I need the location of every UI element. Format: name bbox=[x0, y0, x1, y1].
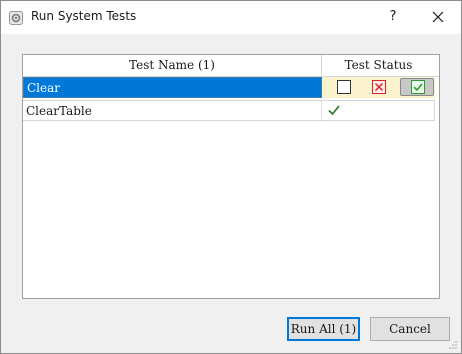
check-icon bbox=[328, 105, 340, 116]
table-row[interactable]: ClearTable bbox=[23, 100, 435, 122]
gear-icon bbox=[9, 11, 23, 25]
table-row[interactable]: Clear bbox=[23, 77, 435, 98]
window-title: Run System Tests bbox=[31, 9, 137, 23]
cancel-button[interactable]: Cancel bbox=[370, 317, 450, 341]
title-bar: Run System Tests ? bbox=[1, 1, 461, 34]
close-icon[interactable] bbox=[423, 5, 453, 29]
status-passed-option[interactable] bbox=[411, 80, 425, 94]
column-header-test-name[interactable]: Test Name (1) bbox=[23, 55, 322, 76]
help-button[interactable]: ? bbox=[379, 5, 407, 29]
status-failed-option[interactable] bbox=[372, 80, 386, 94]
column-header-test-status[interactable]: Test Status bbox=[322, 55, 435, 76]
run-all-button[interactable]: Run All (1) bbox=[287, 317, 360, 341]
test-name-cell[interactable]: ClearTable bbox=[23, 101, 322, 122]
status-not-run-option[interactable] bbox=[337, 80, 351, 94]
test-name-cell[interactable]: Clear bbox=[23, 77, 322, 98]
test-status-cell[interactable] bbox=[322, 77, 435, 98]
test-status-cell[interactable] bbox=[322, 101, 435, 122]
resize-grip-icon[interactable] bbox=[448, 340, 458, 350]
run-system-tests-dialog: Run System Tests ? Test Name (1) Test St… bbox=[0, 0, 462, 354]
status-passed-toggle[interactable] bbox=[400, 78, 434, 96]
tests-grid: Test Name (1) Test Status Clear ClearTab… bbox=[22, 54, 440, 299]
grid-header: Test Name (1) Test Status bbox=[23, 55, 439, 77]
